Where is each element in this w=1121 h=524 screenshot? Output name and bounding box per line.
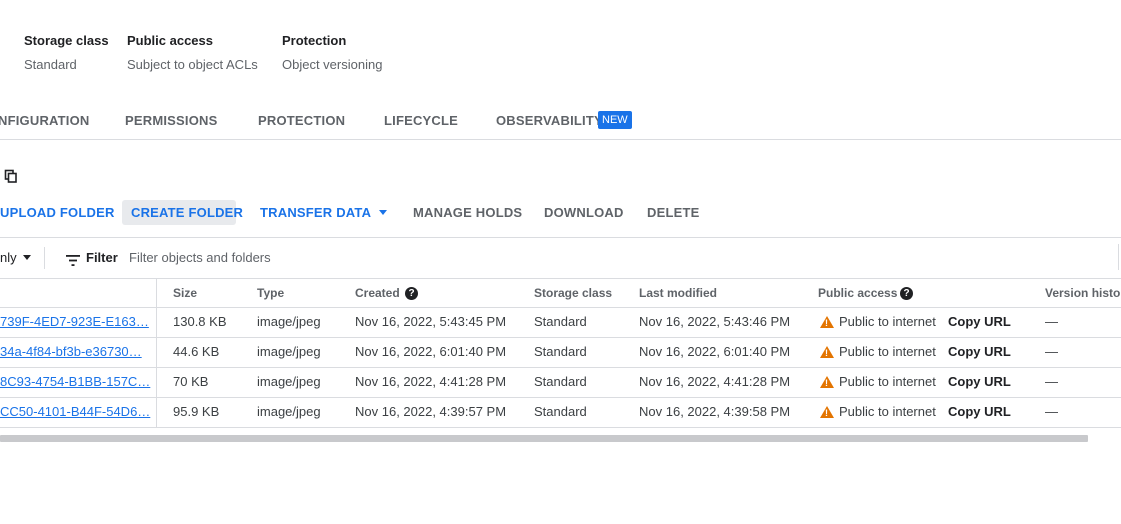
storage-class-cell: Standard [534,404,587,419]
created-cell: Nov 16, 2022, 6:01:40 PM [355,344,507,359]
copy-url-button[interactable]: Copy URL [948,404,1011,419]
version-history-cell: — [1045,374,1058,389]
view-mode-dropdown[interactable]: nly [0,250,31,265]
version-history-cell: — [1045,314,1058,329]
delete-button[interactable]: DELETE [647,205,699,220]
copy-url-button[interactable]: Copy URL [948,344,1011,359]
tab-configuration[interactable]: NFIGURATION [0,113,90,128]
type-cell: image/jpeg [257,344,321,359]
type-cell: image/jpeg [257,404,321,419]
object-name-link[interactable]: 739F-4ED7-923E-E163… [0,314,149,329]
copy-url-button[interactable]: Copy URL [948,314,1011,329]
storage-class-value: Standard [24,57,77,72]
row-divider [0,397,1121,398]
row-divider [0,337,1121,338]
version-history-cell: — [1045,344,1058,359]
filter-divider [0,278,1121,279]
header-public-access[interactable]: Public access [818,286,897,300]
storage-class-cell: Standard [534,314,587,329]
chevron-down-icon [379,210,388,216]
tab-divider [0,139,1121,140]
object-name-link[interactable]: 8C93-4754-B1BB-157C… [0,374,150,389]
size-cell: 70 KB [173,374,209,389]
last-modified-cell: Nov 16, 2022, 4:39:58 PM [639,404,791,419]
warning-icon-mark: ! [825,378,828,388]
created-cell: Nov 16, 2022, 5:43:45 PM [355,314,507,329]
warning-icon-mark: ! [825,318,828,328]
public-access-cell: Public to internet [839,374,936,389]
last-modified-cell: Nov 16, 2022, 5:43:46 PM [639,314,791,329]
object-name-link[interactable]: 34a-4f84-bf3b-e36730… [0,344,142,359]
header-storage-class[interactable]: Storage class [534,286,612,300]
help-icon[interactable]: ? [900,287,913,300]
object-name-link[interactable]: CC50-4101-B44F-54D6… [0,404,150,419]
public-access-cell: Public to internet [839,344,936,359]
public-access-cell: Public to internet [839,404,936,419]
chevron-down-icon [22,255,31,261]
type-cell: image/jpeg [257,314,321,329]
new-badge: NEW [598,111,632,129]
transfer-data-label: TRANSFER DATA [260,205,372,220]
download-button[interactable]: DOWNLOAD [544,205,624,220]
protection-value: Object versioning [282,57,383,72]
manage-holds-button[interactable]: MANAGE HOLDS [413,205,522,220]
filter-icon[interactable] [66,253,80,266]
public-access-value: Subject to object ACLs [127,57,258,72]
last-modified-cell: Nov 16, 2022, 4:41:28 PM [639,374,791,389]
tab-lifecycle[interactable]: LIFECYCLE [384,113,458,128]
tab-observability[interactable]: OBSERVABILITY [496,113,603,128]
view-mode-label: nly [0,250,17,265]
version-history-cell: — [1045,404,1058,419]
public-access-cell: Public to internet [839,314,936,329]
filter-right-border [1118,244,1119,270]
type-cell: image/jpeg [257,374,321,389]
filter-input[interactable]: Filter objects and folders [129,250,271,265]
public-access-label: Public access [127,33,213,48]
transfer-data-button[interactable]: TRANSFER DATA [260,205,388,220]
filter-label[interactable]: Filter [86,250,118,265]
row-divider [0,427,1121,428]
tab-protection[interactable]: PROTECTION [258,113,345,128]
warning-icon-mark: ! [825,348,828,358]
header-type[interactable]: Type [257,286,284,300]
created-cell: Nov 16, 2022, 4:41:28 PM [355,374,507,389]
size-cell: 95.9 KB [173,404,220,419]
last-modified-cell: Nov 16, 2022, 6:01:40 PM [639,344,791,359]
copy-url-button[interactable]: Copy URL [948,374,1011,389]
help-icon[interactable]: ? [405,287,418,300]
warning-icon-mark: ! [825,408,828,418]
filter-separator [44,247,45,269]
storage-class-label: Storage class [24,33,109,48]
header-last-modified[interactable]: Last modified [639,286,717,300]
header-divider [0,307,1121,308]
copy-icon[interactable] [4,169,18,183]
toolbar-divider [0,237,1121,238]
storage-class-cell: Standard [534,374,587,389]
horizontal-scrollbar[interactable] [0,435,1088,442]
header-version-history[interactable]: Version history [1045,286,1121,300]
header-created[interactable]: Created [355,286,400,300]
storage-class-cell: Standard [534,344,587,359]
tab-permissions[interactable]: PERMISSIONS [125,113,218,128]
row-divider [0,367,1121,368]
size-cell: 130.8 KB [173,314,227,329]
sticky-column-divider [156,279,157,428]
size-cell: 44.6 KB [173,344,220,359]
upload-folder-button[interactable]: UPLOAD FOLDER [0,205,115,220]
protection-label: Protection [282,33,347,48]
header-size[interactable]: Size [173,286,197,300]
created-cell: Nov 16, 2022, 4:39:57 PM [355,404,507,419]
create-folder-button[interactable]: CREATE FOLDER [131,205,243,220]
